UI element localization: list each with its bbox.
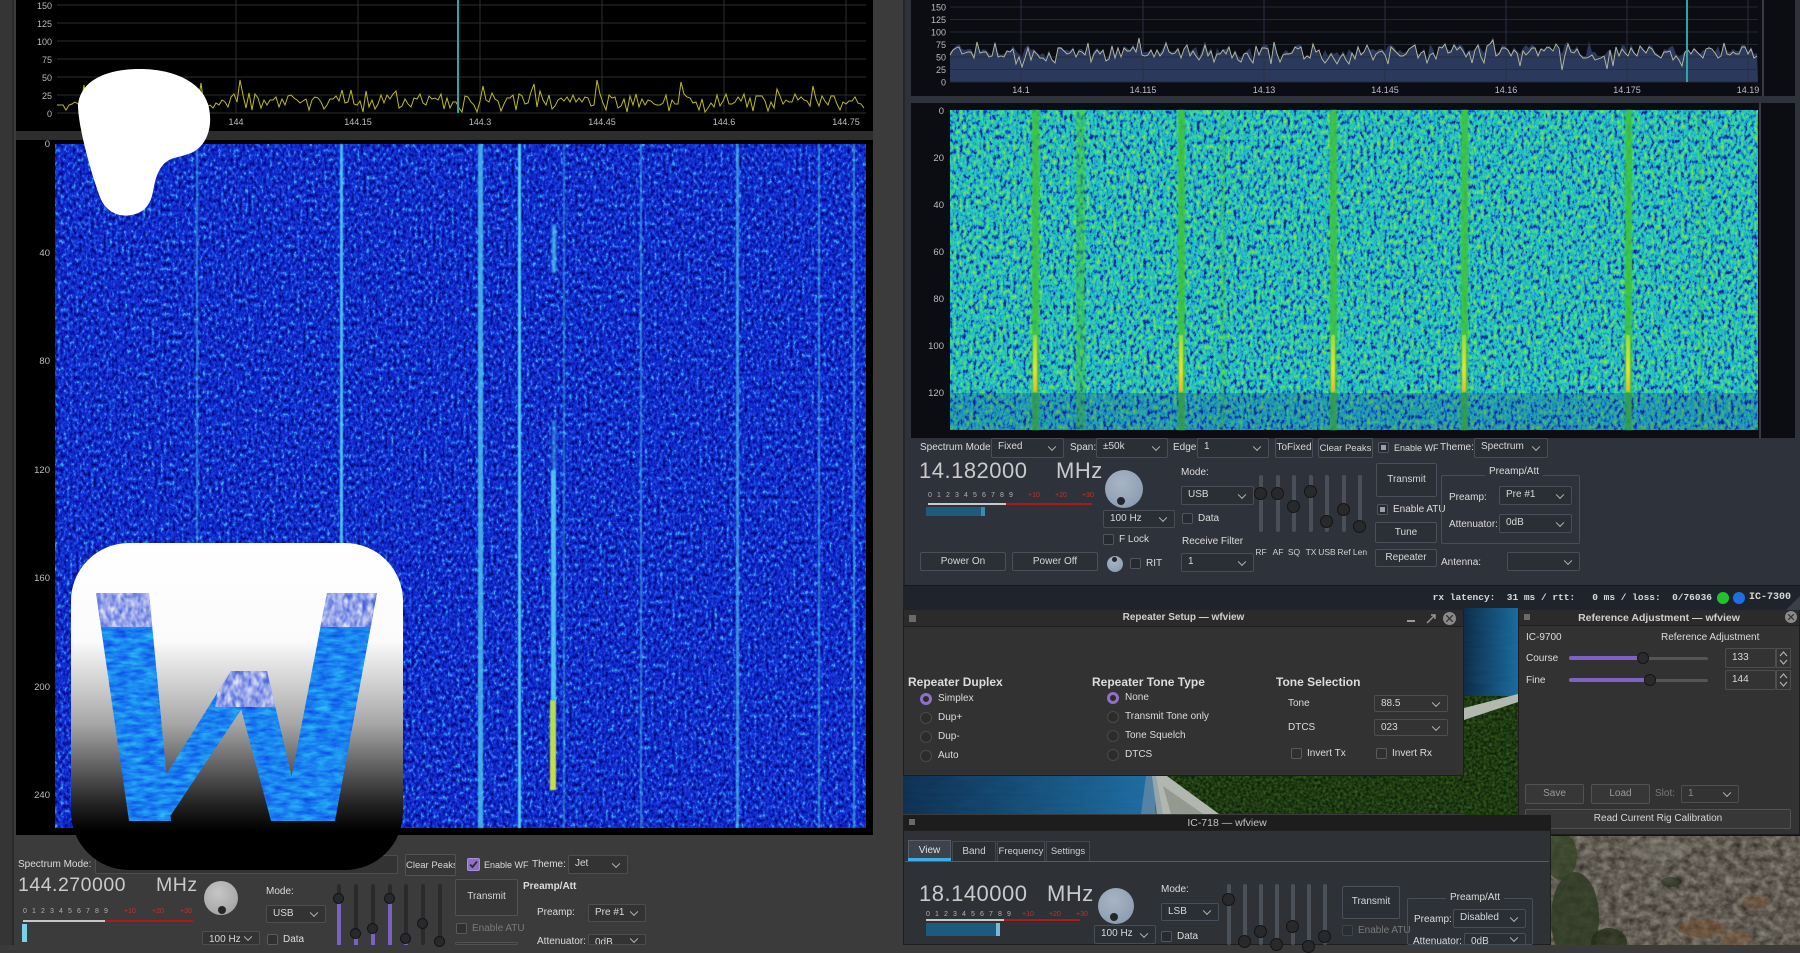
svg-text:144.6: 144.6 [713, 117, 736, 127]
svg-text:150: 150 [931, 3, 946, 13]
svg-text:0: 0 [941, 78, 946, 88]
svg-text:144.3: 144.3 [469, 117, 492, 127]
svg-text:100: 100 [37, 37, 52, 47]
svg-text:144.15: 144.15 [344, 117, 372, 127]
svg-text:14.16: 14.16 [1495, 85, 1518, 95]
svg-text:25: 25 [42, 91, 52, 101]
svg-text:144.75: 144.75 [832, 117, 860, 127]
svg-text:14.1: 14.1 [1012, 85, 1030, 95]
svg-text:144: 144 [228, 117, 243, 127]
svg-text:144.45: 144.45 [588, 117, 616, 127]
svg-text:14.175: 14.175 [1613, 85, 1641, 95]
svg-text:0: 0 [47, 109, 52, 119]
svg-text:14.145: 14.145 [1371, 85, 1399, 95]
svg-text:100: 100 [931, 28, 946, 38]
svg-text:125: 125 [37, 19, 52, 29]
svg-text:125: 125 [931, 15, 946, 25]
svg-text:50: 50 [42, 73, 52, 83]
svg-text:14.13: 14.13 [1253, 85, 1276, 95]
svg-text:25: 25 [936, 65, 946, 75]
svg-text:75: 75 [936, 40, 946, 50]
svg-text:150: 150 [37, 1, 52, 11]
svg-text:14.115: 14.115 [1130, 85, 1157, 95]
svg-text:50: 50 [936, 53, 946, 63]
svg-text:75: 75 [42, 55, 52, 65]
svg-text:14.19: 14.19 [1737, 85, 1760, 95]
